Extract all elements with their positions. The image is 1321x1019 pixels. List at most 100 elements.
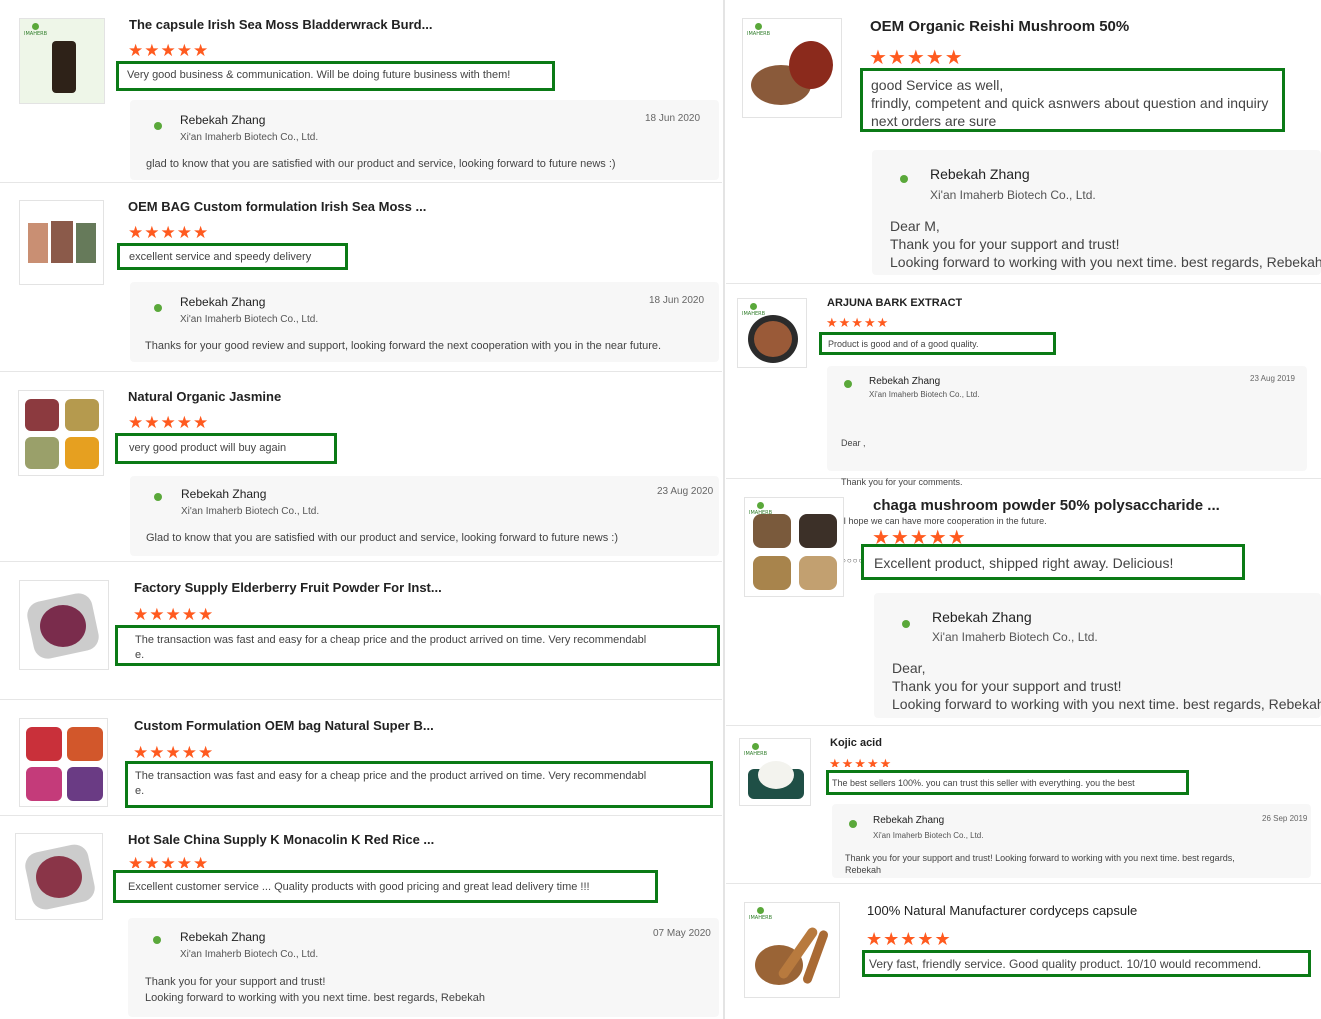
seller-company: Xi'an Imaherb Biotech Co., Ltd. (932, 630, 1098, 644)
product-title[interactable]: ARJUNA BARK EXTRACT (827, 297, 962, 309)
reply-message-line: Dear, (892, 660, 926, 676)
column-divider (723, 0, 725, 1019)
review-comment-line: The transaction was fast and easy for a … (135, 770, 647, 782)
rating-stars: ★★★★★ (128, 223, 210, 242)
product-thumbnail-bags[interactable] (19, 200, 104, 285)
review-comment-line: excellent service and speedy delivery (129, 251, 312, 263)
seller-reply: Rebekah Zhang Xi'an Imaherb Biotech Co.,… (130, 100, 719, 180)
review-item: OEM BAG Custom formulation Irish Sea Mos… (0, 183, 722, 372)
seller-company: Xi'an Imaherb Biotech Co., Ltd. (180, 314, 319, 325)
seller-company: Xi'an Imaherb Biotech Co., Ltd. (930, 188, 1096, 202)
product-title[interactable]: Factory Supply Elderberry Fruit Powder F… (134, 580, 442, 595)
seller-logo-icon (844, 820, 862, 840)
seller-logo-icon (145, 936, 169, 956)
seller-company: Xi'an Imaherb Biotech Co., Ltd. (181, 506, 320, 517)
right-review-column: IMAHERB OEM Organic Reishi Mushroom 50% … (726, 0, 1321, 1019)
rating-stars: ★★★★★ (133, 743, 215, 762)
product-thumbnail-red-rice-powder[interactable] (15, 833, 103, 920)
brand-logo-icon: IMAHERB (747, 23, 770, 37)
seller-name: Rebekah Zhang (180, 295, 266, 309)
product-thumbnail-arjuna[interactable]: IMAHERB (737, 298, 807, 368)
review-comment-line: e. (135, 785, 145, 797)
product-title[interactable]: Hot Sale China Supply K Monacolin K Red … (128, 832, 434, 847)
reply-message: Dear M, Thank you for your support and t… (890, 217, 1321, 271)
product-title[interactable]: Custom Formulation OEM bag Natural Super… (134, 718, 434, 733)
product-title[interactable]: OEM Organic Reishi Mushroom 50% (870, 18, 1129, 35)
reply-message: glad to know that you are satisfied with… (146, 157, 616, 171)
seller-logo-icon (146, 122, 170, 142)
seller-company: Xi'an Imaherb Biotech Co., Ltd. (873, 831, 984, 840)
reply-message-line: Thank you for your support and trust! Lo… (845, 853, 1235, 863)
rating-stars: ★★★★★ (869, 47, 964, 69)
review-comment-line: next orders are sure (871, 113, 997, 129)
review-comment-box: The transaction was fast and easy for a … (115, 625, 720, 666)
reply-date: 23 Aug 2020 (657, 486, 714, 497)
reply-message: Thanks for your good review and support,… (145, 339, 661, 353)
seller-logo-icon (146, 304, 170, 324)
review-item: IMAHERB chaga mushroom powder 50% polysa… (726, 479, 1321, 726)
reply-message-line: Thank you for your support and trust! (890, 236, 1120, 252)
product-thumbnail-kojic-acid[interactable]: IMAHERB (739, 738, 811, 806)
product-title[interactable]: 100% Natural Manufacturer cordyceps caps… (867, 903, 1137, 918)
product-title[interactable]: Kojic acid (830, 737, 882, 749)
seller-reply: Rebekah Zhang Xi'an Imaherb Biotech Co.,… (827, 366, 1307, 565)
reply-message: Glad to know that you are satisfied with… (146, 531, 618, 545)
brand-logo-icon: IMAHERB (742, 303, 765, 317)
reply-message-line: Looking forward to working with you next… (890, 254, 1321, 270)
review-comment-line: good Service as well, (871, 77, 1004, 93)
reply-message: Thank you for your support and trust! Lo… (145, 974, 485, 1006)
rating-stars: ★★★★★ (866, 929, 952, 949)
rating-stars: ★★★★★ (829, 756, 893, 767)
reply-message-line: Thanks for your good review and support,… (145, 340, 662, 352)
product-thumbnail-cordyceps[interactable]: IMAHERB (744, 902, 840, 998)
reply-message-line: glad to know that you are satisfied with… (146, 158, 616, 170)
review-comment-box: very good product will buy again (115, 433, 337, 464)
review-item: Custom Formulation OEM bag Natural Super… (0, 700, 722, 816)
review-comment-line: very good product will buy again (129, 442, 287, 454)
review-item: IMAHERB OEM Organic Reishi Mushroom 50% … (726, 0, 1321, 284)
product-title[interactable]: OEM BAG Custom formulation Irish Sea Mos… (128, 199, 426, 214)
review-comment-box: good Service as well, frindly, competent… (860, 68, 1285, 132)
seller-reply: Rebekah Zhang Xi'an Imaherb Biotech Co.,… (128, 918, 719, 1017)
product-title[interactable]: The capsule Irish Sea Moss Bladderwrack … (129, 17, 432, 32)
product-thumbnail-chaga[interactable]: IMAHERB (744, 497, 844, 597)
review-comment-line: Very fast, friendly service. Good qualit… (869, 957, 1262, 971)
product-thumbnail-reishi[interactable]: IMAHERB (742, 18, 842, 118)
product-thumbnail-super-blend[interactable] (19, 718, 108, 807)
seller-logo-icon (894, 620, 918, 640)
review-comment-box: excellent service and speedy delivery (117, 243, 348, 270)
review-item: Factory Supply Elderberry Fruit Powder F… (0, 562, 722, 700)
reply-message-line: Thank you for your support and trust! (892, 678, 1122, 694)
product-title[interactable]: Natural Organic Jasmine (128, 389, 281, 404)
seller-name: Rebekah Zhang (180, 930, 266, 944)
seller-reply: Rebekah Zhang Xi'an Imaherb Biotech Co.,… (874, 593, 1321, 718)
review-item: IMAHERB 100% Natural Manufacturer cordyc… (726, 884, 1321, 1019)
brand-logo-icon: IMAHERB (749, 907, 772, 921)
review-comment-line: frindly, competent and quick asnwers abo… (871, 95, 1269, 111)
seller-name: Rebekah Zhang (930, 166, 1030, 182)
reply-message-line: Looking forward to working with you next… (145, 992, 485, 1004)
review-comment-box: Very fast, friendly service. Good qualit… (862, 950, 1311, 977)
seller-logo-icon (839, 380, 857, 400)
reply-message-line: Glad to know that you are satisfied with… (146, 532, 619, 544)
reply-date: 23 Aug 2019 (1250, 374, 1295, 383)
rating-stars: ★★★★★ (826, 315, 890, 330)
seller-name: Rebekah Zhang (181, 487, 267, 501)
brand-logo-icon: IMAHERB (744, 743, 767, 757)
product-title[interactable]: chaga mushroom powder 50% polysaccharide… (873, 497, 1220, 514)
seller-name: Rebekah Zhang (180, 113, 266, 127)
review-comment-box: The transaction was fast and easy for a … (125, 761, 713, 808)
reply-message-line: Dear , (841, 438, 866, 448)
product-thumbnail-elderberry-powder[interactable] (19, 580, 109, 670)
review-comment-box: Very good business & communication. Will… (116, 61, 555, 91)
reply-date: 07 May 2020 (653, 928, 711, 939)
seller-name: Rebekah Zhang (869, 376, 941, 387)
review-comment-box: Product is good and of a good quality. (819, 332, 1056, 355)
review-comment-line: Excellent customer service ... Quality p… (128, 881, 590, 893)
review-item: Natural Organic Jasmine ★★★★★ very good … (0, 372, 722, 562)
review-comment-box: The best sellers 100%. you can trust thi… (826, 770, 1189, 795)
product-thumbnail-jasmine[interactable] (18, 390, 104, 476)
reply-message-line: Looking forward to working with you next… (892, 696, 1321, 712)
review-comment-line: Very good business & communication. Will… (127, 69, 511, 81)
product-thumbnail-capsule-bottle[interactable]: IMAHERB (19, 18, 105, 104)
